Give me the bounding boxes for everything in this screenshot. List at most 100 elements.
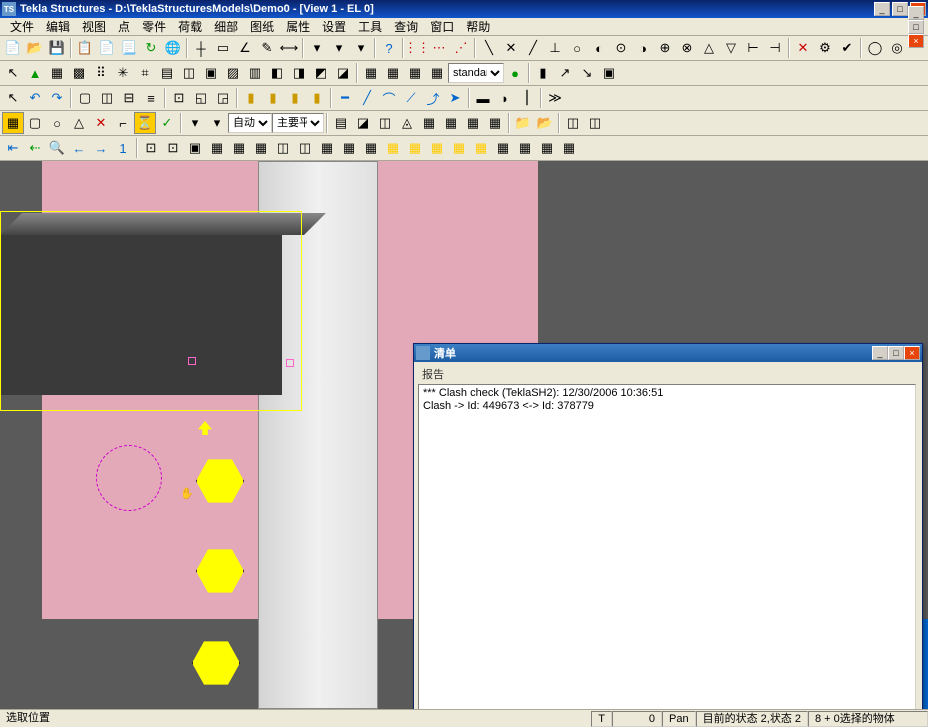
sel-tri-icon[interactable]: ▲ [24, 62, 46, 84]
p5-icon[interactable]: ▦ [418, 112, 440, 134]
snap9-icon[interactable]: ⊕ [654, 37, 676, 59]
more-icon[interactable]: ≫ [544, 87, 566, 109]
e3-icon[interactable]: ○ [46, 112, 68, 134]
more2-icon[interactable]: ▾ [328, 37, 350, 59]
c20b-icon[interactable]: ▦ [558, 137, 580, 159]
sel-bars-icon[interactable]: ▤ [156, 62, 178, 84]
c17b-icon[interactable]: ▦ [492, 137, 514, 159]
e10-icon[interactable]: ▾ [206, 112, 228, 134]
box4-icon[interactable]: ▮ [306, 87, 328, 109]
mdi-minimize-button[interactable]: _ [908, 6, 924, 20]
p4-icon[interactable]: ◬ [396, 112, 418, 134]
c18b-icon[interactable]: ▦ [514, 137, 536, 159]
e7-icon[interactable]: ⏳ [134, 112, 156, 134]
globe-icon[interactable]: 🌐 [162, 37, 184, 59]
nav5-icon[interactable]: → [90, 137, 112, 159]
win2-icon[interactable]: ◫ [96, 87, 118, 109]
win3-icon[interactable]: ⊟ [118, 87, 140, 109]
c5b-icon[interactable]: ▦ [228, 137, 250, 159]
c1b-icon[interactable]: ⊡ [140, 137, 162, 159]
folder2-icon[interactable]: 📂 [534, 112, 556, 134]
dialog-close-button[interactable]: × [904, 346, 920, 360]
sel-p-icon[interactable]: ▥ [244, 62, 266, 84]
box1-icon[interactable]: ▮ [240, 87, 262, 109]
menu-property[interactable]: 属性 [280, 18, 316, 35]
snap3-icon[interactable]: ╱ [522, 37, 544, 59]
snap13-icon[interactable]: ⊢ [742, 37, 764, 59]
bar4-icon[interactable]: ⟋ [400, 87, 422, 109]
new-icon[interactable]: 📄 [2, 37, 24, 59]
e4-icon[interactable]: △ [68, 112, 90, 134]
v3-icon[interactable]: ◲ [212, 87, 234, 109]
c11b-icon[interactable]: ▦ [360, 137, 382, 159]
menu-edit[interactable]: 编辑 [40, 18, 76, 35]
open-icon[interactable]: 📂 [24, 37, 46, 59]
snap2-icon[interactable]: ✕ [500, 37, 522, 59]
sel-dots-icon[interactable]: ⠿ [90, 62, 112, 84]
q2-icon[interactable]: ◫ [584, 112, 606, 134]
model-bolt[interactable] [196, 547, 244, 595]
e6-icon[interactable]: ⌐ [112, 112, 134, 134]
w1-icon[interactable]: ▬ [472, 87, 494, 109]
folder1-icon[interactable]: 📁 [512, 112, 534, 134]
p6-icon[interactable]: ▦ [440, 112, 462, 134]
menu-file[interactable]: 文件 [4, 18, 40, 35]
maximize-button[interactable]: □ [892, 2, 908, 16]
auto-select[interactable]: 自动 [228, 113, 272, 133]
x-icon[interactable]: ✕ [792, 37, 814, 59]
sel-grid-icon[interactable]: ▩ [68, 62, 90, 84]
bar5-icon[interactable]: ⤴ [422, 87, 444, 109]
c1-icon[interactable]: ◯ [864, 37, 886, 59]
m1-icon[interactable]: ▮ [532, 62, 554, 84]
more3-icon[interactable]: ▾ [350, 37, 372, 59]
c2b-icon[interactable]: ⊡ [162, 137, 184, 159]
model-bolt[interactable] [192, 639, 240, 687]
minimize-button[interactable]: _ [874, 2, 890, 16]
list-icon[interactable]: 📃 [118, 37, 140, 59]
sel-cross-icon[interactable]: ✳ [112, 62, 134, 84]
snap1-icon[interactable]: ╲ [478, 37, 500, 59]
copy-icon[interactable]: 📋 [74, 37, 96, 59]
e9-icon[interactable]: ▾ [184, 112, 206, 134]
apply-icon[interactable]: ✔ [836, 37, 858, 59]
snap10-icon[interactable]: ⊗ [676, 37, 698, 59]
menu-help[interactable]: 帮助 [460, 18, 496, 35]
snap12-icon[interactable]: ▽ [720, 37, 742, 59]
snap14-icon[interactable]: ⊣ [764, 37, 786, 59]
model-bolt[interactable] [196, 457, 244, 505]
dialog-minimize-button[interactable]: _ [872, 346, 888, 360]
c9b-icon[interactable]: ▦ [316, 137, 338, 159]
menu-parts[interactable]: 零件 [136, 18, 172, 35]
layer1-icon[interactable]: ▦ [360, 62, 382, 84]
p7-icon[interactable]: ▦ [462, 112, 484, 134]
c4b-icon[interactable]: ▦ [206, 137, 228, 159]
bar6-icon[interactable]: ➤ [444, 87, 466, 109]
c13b-icon[interactable]: ▦ [404, 137, 426, 159]
bar3-icon[interactable]: ⌒ [378, 87, 400, 109]
menu-drawing[interactable]: 图纸 [244, 18, 280, 35]
report-textarea[interactable]: *** Clash check (TeklaSH2): 12/30/2006 1… [418, 384, 916, 709]
arrow-icon[interactable]: ↖ [2, 87, 24, 109]
bar1-icon[interactable]: ━ [334, 87, 356, 109]
prop-icon[interactable]: ⚙ [814, 37, 836, 59]
menu-view[interactable]: 视图 [76, 18, 112, 35]
nav6-icon[interactable]: 1 [112, 137, 134, 159]
sphere-icon[interactable]: ● [504, 62, 526, 84]
grid-dots-icon[interactable]: ⋮⋮ [406, 37, 428, 59]
c2-icon[interactable]: ◎ [886, 37, 908, 59]
dialog-maximize-button[interactable]: □ [888, 346, 904, 360]
m3-icon[interactable]: ↘ [576, 62, 598, 84]
menu-window[interactable]: 窗口 [424, 18, 460, 35]
menu-query[interactable]: 查询 [388, 18, 424, 35]
w2-icon[interactable]: ◗ [494, 87, 516, 109]
nav3-icon[interactable]: 🔍 [46, 137, 68, 159]
3d-viewport[interactable]: ✋ 清单 _ □ × 报告 *** Clash check (TeklaSH2)… [0, 161, 928, 709]
layer2-icon[interactable]: ▦ [382, 62, 404, 84]
p2-icon[interactable]: ◪ [352, 112, 374, 134]
win1-icon[interactable]: ▢ [74, 87, 96, 109]
p8-icon[interactable]: ▦ [484, 112, 506, 134]
c12b-icon[interactable]: ▦ [382, 137, 404, 159]
e8-icon[interactable]: ✓ [156, 112, 178, 134]
refresh-icon[interactable]: ↻ [140, 37, 162, 59]
save-icon[interactable]: 💾 [46, 37, 68, 59]
